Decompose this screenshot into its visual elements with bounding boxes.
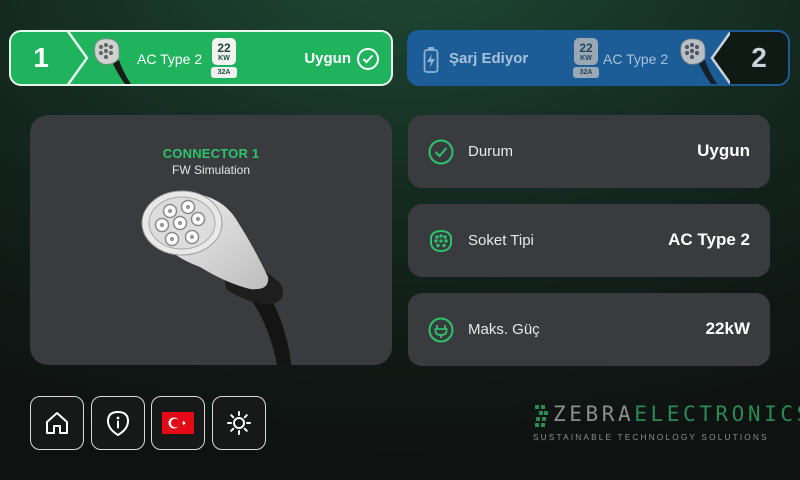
connector-status: Şarj Ediyor (449, 50, 529, 67)
current-badge: 32A (211, 67, 237, 78)
brightness-icon (227, 411, 251, 435)
info-icon (107, 411, 129, 436)
connector-card: CONNECTOR 1 FW Simulation (30, 115, 392, 365)
connector-card-title: CONNECTOR 1 (162, 146, 260, 161)
connector-number: 1 (33, 42, 49, 73)
connector-plug-image (141, 190, 292, 365)
logo-brand-part2: ELECTRONICS (634, 402, 800, 426)
info-row-max-power: Maks. Güç 22kW (408, 293, 770, 366)
info-value: AC Type 2 (668, 230, 750, 249)
info-label: Soket Tipi (468, 232, 534, 249)
power-value: 22 (217, 40, 231, 55)
connector-status: Uygun (304, 50, 351, 67)
current-badge: 32A (573, 67, 599, 78)
info-label: Durum (468, 143, 514, 160)
logo-brand-part1: ZEBRA (553, 402, 635, 426)
power-value: 22 (579, 40, 593, 55)
connector-number: 2 (751, 42, 767, 73)
home-button[interactable] (30, 396, 84, 450)
power-plug-icon (428, 317, 454, 343)
connector-card-subtitle: FW Simulation (171, 163, 251, 177)
connector-1-number-zone: 1 (11, 32, 71, 84)
logo-brand: ZEBRAELECTRONICS (553, 402, 800, 426)
ac-type2-plug-icon (94, 38, 131, 84)
connector-type-label: AC Type 2 (137, 51, 203, 67)
connector-1-tab[interactable]: 1 AC Type 2 22 KW 32A Uygun (9, 30, 393, 86)
power-badge: 22 KW 32A (573, 38, 599, 78)
info-value: Uygun (697, 141, 750, 160)
info-row-socket-type: Soket Tipi AC Type 2 (408, 204, 770, 277)
info-label: Maks. Güç (468, 321, 540, 338)
turkey-flag-icon (162, 412, 194, 434)
logo-tagline: SUSTAINABLE TECHNOLOGY SOLUTIONS (533, 432, 769, 442)
info-row-status: Durum Uygun (408, 115, 770, 188)
info-value: 22kW (705, 319, 750, 338)
power-unit: KW (218, 54, 230, 62)
connector-2-number-zone: 2 (730, 32, 788, 84)
brightness-button[interactable] (212, 396, 266, 450)
check-circle-icon (428, 139, 454, 165)
home-icon (46, 412, 68, 434)
power-badge: 22 KW 32A (211, 38, 237, 78)
connector-type-label: AC Type 2 (603, 51, 669, 67)
company-logo: ZEBRAELECTRONICS SUSTAINABLE TECHNOLOGY … (533, 402, 800, 445)
socket-icon (430, 229, 452, 253)
info-button[interactable] (91, 396, 145, 450)
language-button[interactable] (151, 396, 205, 450)
connector-2-tab[interactable]: Şarj Ediyor 22 KW 32A AC Type 2 2 (407, 30, 790, 86)
logo-mark-icon (535, 405, 548, 427)
check-circle-icon (357, 48, 379, 70)
power-unit: KW (580, 54, 592, 62)
battery-charging-icon (423, 47, 439, 73)
